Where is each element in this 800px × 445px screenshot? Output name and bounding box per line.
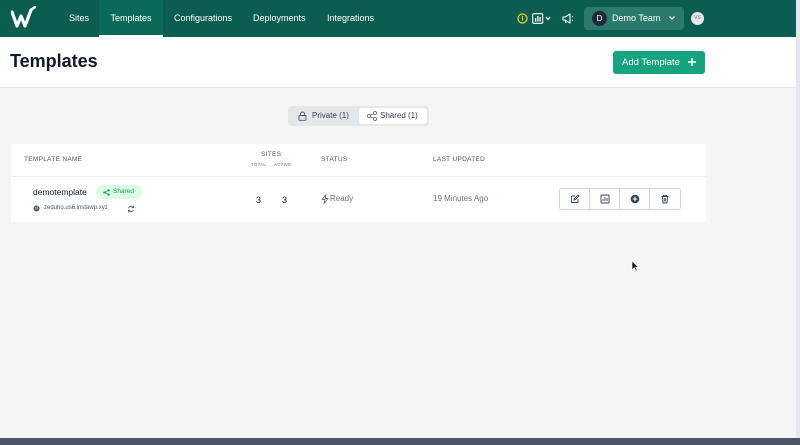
domain-link[interactable]: zeduho.us6.instawp.xyz <box>44 204 108 213</box>
page-header: Templates Add Template <box>0 37 796 88</box>
share-icon <box>367 111 377 121</box>
header-total: TOTAL <box>251 162 267 167</box>
top-navigation: Sites Templates Configurations Deploymen… <box>0 0 796 37</box>
add-circle-icon <box>630 194 639 204</box>
team-avatar: D <box>592 11 607 26</box>
shared-badge: Shared <box>96 185 142 199</box>
nav-sites[interactable]: Sites <box>69 0 89 37</box>
header-active: ACTIVE <box>274 162 292 167</box>
trash-icon <box>661 194 669 204</box>
table-header: TEMPLATE NAME SITES TOTAL ACTIVE STATUS … <box>11 144 706 177</box>
nav-configurations[interactable]: Configurations <box>174 0 232 37</box>
stats-icon <box>600 194 609 204</box>
mouse-cursor-icon <box>631 260 639 272</box>
sites-active: 3 <box>282 195 288 205</box>
team-switcher[interactable]: D Demo Team <box>584 7 684 30</box>
tab-private-label: Private (1) <box>312 111 349 120</box>
nav-integrations[interactable]: Integrations <box>327 0 374 37</box>
add-template-button[interactable]: Add Template <box>613 51 705 74</box>
plus-icon <box>688 58 696 66</box>
bottom-strip <box>0 438 800 445</box>
tab-shared-label: Shared (1) <box>380 111 418 120</box>
sites-total: 3 <box>256 195 262 205</box>
megaphone-icon[interactable] <box>562 12 574 25</box>
edit-icon <box>570 194 580 203</box>
shared-badge-label: Shared <box>113 188 134 195</box>
stats-button[interactable] <box>590 189 620 209</box>
refresh-icon[interactable] <box>127 205 135 213</box>
tab-private[interactable]: Private (1) <box>290 108 358 124</box>
nav-templates[interactable]: Templates <box>99 0 163 37</box>
status-label: Ready <box>330 194 354 203</box>
delete-button[interactable] <box>650 189 680 209</box>
tab-shared[interactable]: Shared (1) <box>359 108 427 124</box>
team-name: Demo Team <box>612 13 661 23</box>
header-status: STATUS <box>321 156 348 163</box>
template-status: Ready <box>321 194 354 204</box>
lock-icon <box>298 111 307 121</box>
globe-icon <box>33 205 40 212</box>
header-last-updated: LAST UPDATED <box>433 156 486 163</box>
chart-icon[interactable] <box>532 12 552 25</box>
last-updated: 19 Minutes Ago <box>433 194 489 203</box>
chevron-down-icon <box>669 16 675 20</box>
page-scrollbar[interactable] <box>796 0 800 445</box>
templates-table: TEMPLATE NAME SITES TOTAL ACTIVE STATUS … <box>11 144 706 222</box>
nav-deployments[interactable]: Deployments <box>253 0 306 37</box>
edit-button[interactable] <box>560 189 590 209</box>
share-icon <box>103 189 110 196</box>
add-template-label: Add Template <box>622 57 680 68</box>
user-avatar[interactable]: VS <box>691 12 704 25</box>
bolt-icon <box>321 194 329 204</box>
instawp-logo[interactable] <box>11 6 37 30</box>
row-actions <box>559 188 681 210</box>
info-icon[interactable] <box>517 12 528 25</box>
template-type-toggle: Private (1) Shared (1) <box>288 106 429 126</box>
table-row[interactable]: demotemplate Shared zeduho.us6.instawp.x… <box>11 177 706 222</box>
header-template-name: TEMPLATE NAME <box>24 156 83 163</box>
header-sites: SITES <box>261 151 282 158</box>
page-title: Templates <box>10 51 98 71</box>
create-site-button[interactable] <box>620 189 650 209</box>
template-name[interactable]: demotemplate <box>33 187 87 197</box>
